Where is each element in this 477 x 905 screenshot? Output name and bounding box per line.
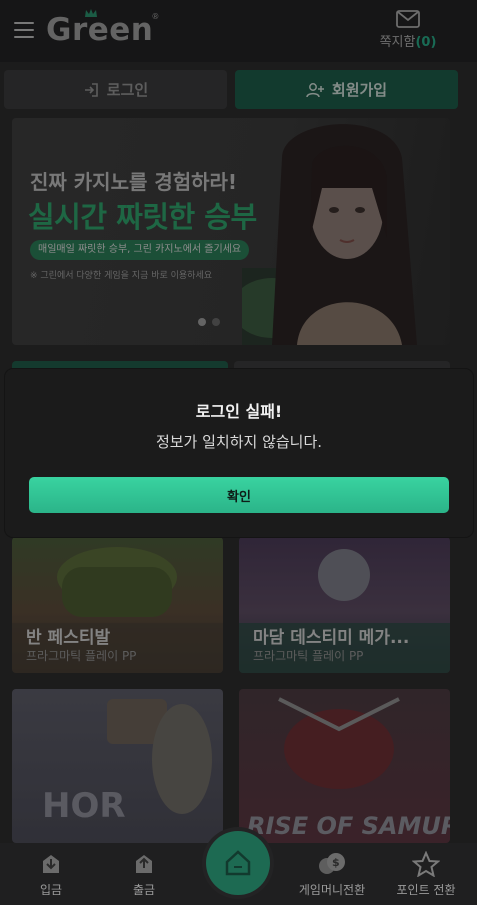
dialog-message: 정보가 일치하지 않습니다. [155,433,323,451]
coin-exchange-icon: $ [319,853,345,874]
withdraw-icon [136,855,152,873]
home-icon [225,850,251,876]
svg-text:$: $ [332,856,340,869]
nav-point-exchange[interactable]: 포인트 전환 [390,843,462,905]
nav-game-money-exchange[interactable]: $ 게임머니전환 [292,843,372,905]
nav-deposit-label: 입금 [39,883,63,897]
confirm-button[interactable]: 확인 [29,477,449,513]
nav-withdraw[interactable]: 출금 [119,843,169,905]
nav-withdraw-label: 출금 [132,883,156,897]
dialog-title: 로그인 실패! [195,402,283,421]
nav-point-label: 포인트 전환 [396,883,456,897]
deposit-icon [43,855,59,873]
star-icon [412,851,440,877]
nav-home[interactable] [206,831,270,895]
nav-deposit[interactable]: 입금 [26,843,76,905]
login-failed-dialog: 로그인 실패! 정보가 일치하지 않습니다. 확인 [5,369,473,537]
nav-game-money-label: 게임머니전환 [298,883,366,897]
